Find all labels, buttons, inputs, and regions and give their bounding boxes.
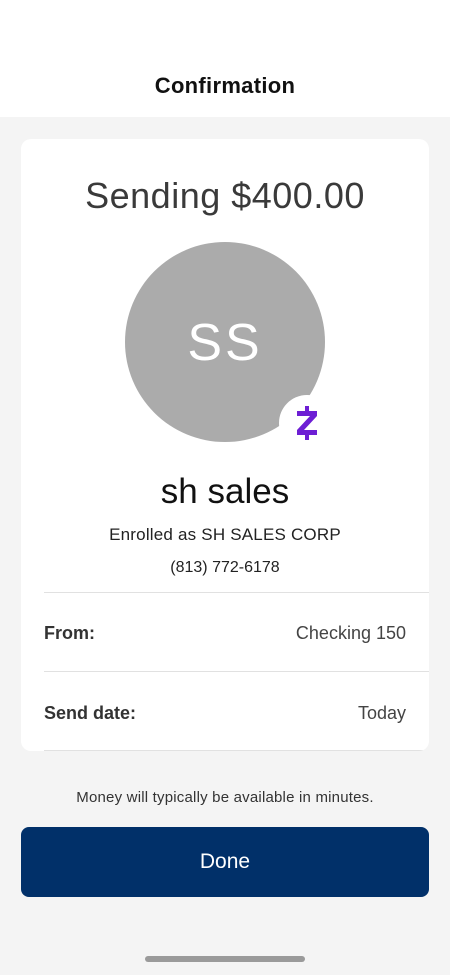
send-amount: Sending $400.00 xyxy=(85,175,365,216)
page-title: Confirmation xyxy=(154,73,296,98)
divider xyxy=(44,750,429,751)
confirmation-card: Sending $400.00 SS sh sales Enrolled as … xyxy=(21,139,429,751)
avatar-initials: SS xyxy=(187,314,263,372)
divider xyxy=(44,671,429,672)
home-indicator[interactable] xyxy=(145,956,305,962)
top-bar: Confirmation xyxy=(0,0,450,117)
from-value: Checking 150 xyxy=(295,623,406,643)
availability-note: Money will typically be available in min… xyxy=(76,789,374,806)
send-date-value: Today xyxy=(357,703,406,723)
recipient-phone: (813) 772-6178 xyxy=(170,559,280,576)
zelle-icon xyxy=(297,406,317,440)
send-date-label: Send date: xyxy=(44,703,137,723)
enrolled-as-text: Enrolled as SH SALES CORP xyxy=(109,525,341,544)
from-label: From: xyxy=(44,623,95,643)
zelle-badge xyxy=(279,395,335,451)
divider xyxy=(44,592,429,593)
recipient-name: sh sales xyxy=(160,472,290,511)
done-button[interactable]: Done xyxy=(21,827,429,897)
